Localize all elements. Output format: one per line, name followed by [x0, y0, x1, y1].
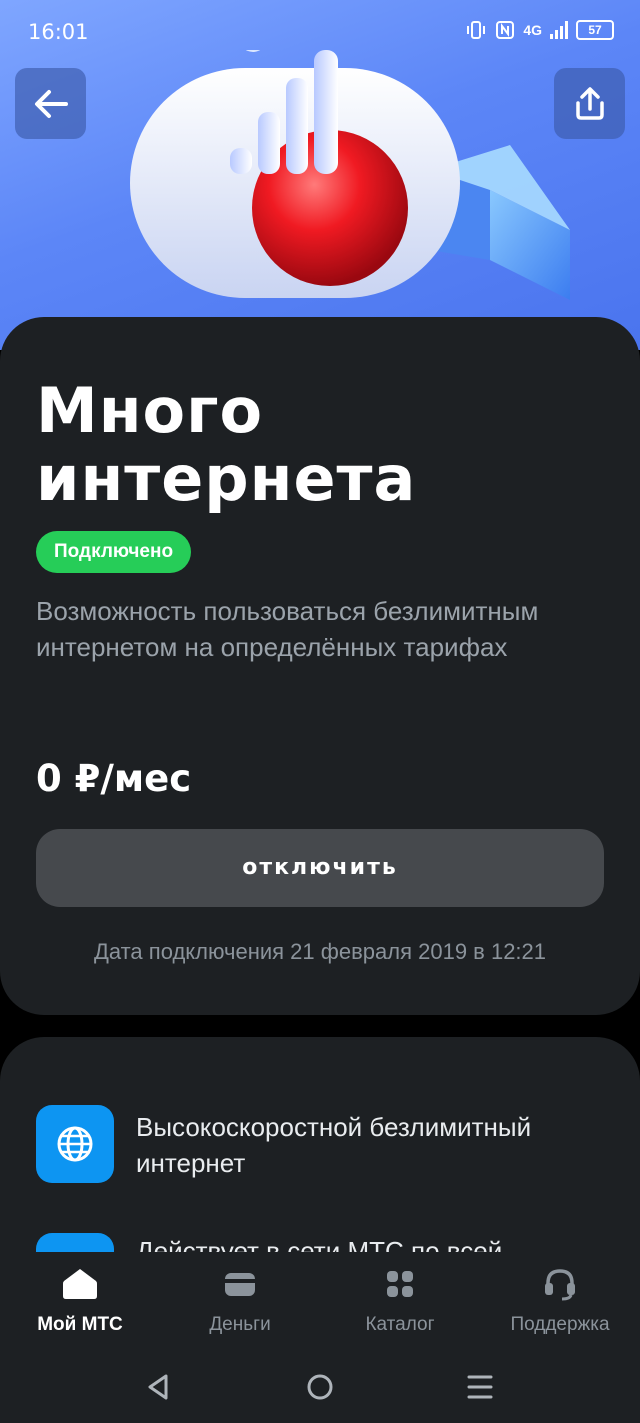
arrow-left-icon	[34, 89, 68, 118]
system-home-button[interactable]	[302, 1369, 338, 1405]
back-button[interactable]	[15, 68, 86, 139]
system-menu-button[interactable]	[462, 1369, 498, 1405]
triangle-back-icon	[148, 1374, 168, 1400]
nfc-icon	[496, 21, 515, 39]
share-icon	[575, 86, 604, 120]
nav-item-support[interactable]: Поддержка	[480, 1264, 640, 1354]
system-back-button[interactable]	[140, 1369, 176, 1405]
feature-text: Высокоскоростной безлимитный интернет	[136, 1112, 532, 1178]
globe-icon	[57, 1126, 93, 1162]
share-button[interactable]	[554, 68, 625, 139]
service-price: 0 ₽/мес	[36, 757, 192, 800]
status-bar: 16:01 4G 57	[0, 0, 640, 64]
connection-date: Дата подключения 21 февраля 2019 в 12:21	[93, 939, 547, 964]
service-description: Возможность пользоваться безлимитным инт…	[36, 596, 539, 662]
nav-item-label: Мой МТС	[37, 1314, 123, 1335]
nav-item-catalog[interactable]: Каталог	[320, 1264, 480, 1354]
service-title: Много интернета	[36, 374, 417, 515]
network-type: 4G	[523, 22, 542, 38]
nav-item-label: Каталог	[365, 1314, 435, 1335]
nav-item-my-mts[interactable]: Мой МТС	[0, 1264, 160, 1354]
system-nav-bar	[0, 1355, 640, 1419]
signal-icon	[550, 21, 568, 39]
nav-item-label: Поддержка	[510, 1314, 610, 1335]
home-icon	[63, 1269, 97, 1299]
hero-illustration	[130, 50, 570, 300]
status-icons: 4G 57	[465, 20, 614, 40]
grid-icon	[387, 1271, 413, 1297]
status-badge: Подключено	[36, 531, 192, 573]
feature-icon-badge	[36, 1105, 114, 1183]
wallet-icon	[225, 1273, 255, 1296]
menu-icon	[467, 1375, 493, 1399]
battery-icon: 57	[576, 20, 614, 40]
nav-item-money[interactable]: Деньги	[160, 1264, 320, 1354]
status-time: 16:01	[28, 20, 89, 44]
headset-icon	[545, 1269, 575, 1301]
service-card: Много интернета Подключено Возможность п…	[0, 317, 640, 1015]
disable-button[interactable]: отключить	[36, 829, 604, 907]
circle-home-icon	[307, 1374, 333, 1400]
nav-item-label: Деньги	[209, 1314, 271, 1335]
vibrate-icon	[467, 21, 486, 39]
hero-banner: 16:01 4G 57	[0, 0, 640, 350]
